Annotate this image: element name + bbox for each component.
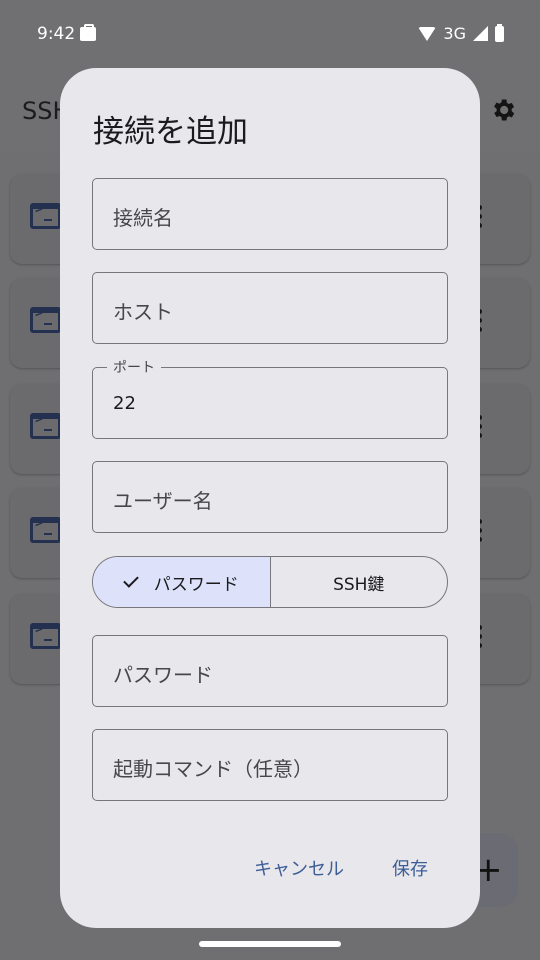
terminal-icon xyxy=(30,516,61,543)
battery-icon xyxy=(495,23,504,42)
auth-key-option[interactable]: SSH鍵 xyxy=(271,557,448,607)
host-placeholder: ホスト xyxy=(113,300,173,324)
password-field[interactable]: パスワード xyxy=(92,635,448,707)
dialog-title: 接続を追加 xyxy=(93,114,248,150)
status-bar: 9:42 3G xyxy=(0,0,540,68)
auth-key-label: SSH鍵 xyxy=(333,574,385,595)
add-connection-dialog: 接続を追加 接続名 ホスト ポート 22 ユーザー名 パスワード SSH鍵 パス… xyxy=(60,68,480,928)
startup-command-placeholder: 起動コマンド（任意） xyxy=(113,757,313,781)
port-label: ポート xyxy=(107,357,161,377)
dialog-actions: キャンセル 保存 xyxy=(254,855,428,881)
connection-name-placeholder: 接続名 xyxy=(113,206,173,230)
status-icons: 3G xyxy=(418,23,504,43)
save-button[interactable]: 保存 xyxy=(392,855,428,881)
settings-gear-icon[interactable] xyxy=(489,96,517,124)
wifi-icon xyxy=(418,26,437,41)
startup-command-field[interactable]: 起動コマンド（任意） xyxy=(92,729,448,801)
port-value: 22 xyxy=(113,393,136,414)
auth-method-toggle: パスワード SSH鍵 xyxy=(92,556,448,608)
terminal-icon xyxy=(30,412,61,439)
terminal-icon xyxy=(30,622,61,649)
auth-password-option[interactable]: パスワード xyxy=(93,557,271,607)
network-type: 3G xyxy=(443,24,466,43)
username-placeholder: ユーザー名 xyxy=(113,489,213,513)
check-icon xyxy=(122,572,139,588)
status-time: 9:42 xyxy=(37,24,76,44)
terminal-icon xyxy=(30,306,61,333)
port-field[interactable]: ポート 22 xyxy=(92,357,448,439)
cancel-button[interactable]: キャンセル xyxy=(254,855,344,881)
password-placeholder: パスワード xyxy=(113,663,213,687)
username-field[interactable]: ユーザー名 xyxy=(92,461,448,533)
home-indicator[interactable] xyxy=(199,941,341,947)
host-field[interactable]: ホスト xyxy=(92,272,448,344)
terminal-icon xyxy=(30,202,61,229)
connection-name-field[interactable]: 接続名 xyxy=(92,178,448,250)
cell-signal-icon xyxy=(473,26,488,41)
auth-password-label: パスワード xyxy=(153,574,239,595)
work-profile-icon xyxy=(80,24,96,41)
